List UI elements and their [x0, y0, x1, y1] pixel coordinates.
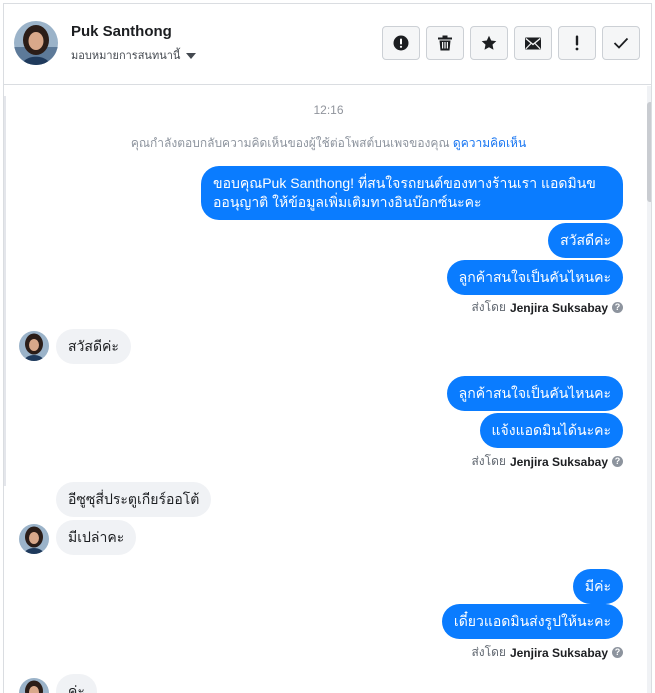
contact-name[interactable]: Puk Santhong — [71, 23, 172, 40]
sender-name: Jenjira Suksabay — [509, 454, 608, 469]
follow-up-button[interactable] — [558, 26, 596, 60]
help-icon[interactable]: ? — [612, 456, 623, 467]
message-thread[interactable]: 12:16 คุณกำลังตอบกลับความคิดเห็นของผู้ใช… — [4, 86, 651, 693]
incoming-message[interactable]: มีเปล่าคะ — [56, 520, 137, 555]
delete-button[interactable] — [426, 26, 464, 60]
sender-name: Jenjira Suksabay — [509, 300, 608, 315]
contact-avatar-small[interactable] — [19, 524, 49, 554]
contact-avatar-small[interactable] — [19, 331, 49, 361]
notice-text: คุณกำลังตอบกลับความคิดเห็นของผู้ใช้ต่อโพ… — [130, 136, 450, 150]
mark-unread-button[interactable] — [514, 26, 552, 60]
sent-by-label: ส่งโดย Jenjira Suksabay ? — [471, 298, 623, 317]
outgoing-message[interactable]: เดี๋ยวแอดมินส่งรูปให้นะคะ — [441, 604, 623, 639]
alert-circle-icon — [393, 35, 409, 51]
conversation-panel: Puk Santhong มอบหมายการสนทนานี้ 12:16 คุ… — [3, 3, 652, 693]
incoming-message[interactable]: ค่ะ — [56, 674, 97, 693]
sent-by-prefix: ส่งโดย — [471, 645, 506, 659]
outgoing-message[interactable]: สวัสดีค่ะ — [548, 223, 623, 258]
outgoing-message[interactable]: ลูกค้าสนใจเป็นคันไหนคะ — [446, 376, 623, 411]
trash-icon — [438, 35, 452, 51]
sent-by-prefix: ส่งโดย — [471, 300, 506, 314]
contact-avatar-small[interactable] — [19, 678, 49, 693]
outgoing-message[interactable]: ขอบคุณPuk Santhong! ที่สนใจรถยนต์ของทางร… — [201, 166, 623, 220]
scrollbar[interactable] — [647, 86, 651, 693]
envelope-icon — [525, 37, 541, 49]
exclamation-icon — [575, 35, 579, 51]
assign-label: มอบหมายการสนทนานี้ — [71, 50, 181, 62]
outgoing-message[interactable]: ลูกค้าสนใจเป็นคันไหนคะ — [446, 260, 623, 295]
report-spam-button[interactable] — [382, 26, 420, 60]
incoming-message[interactable]: อีซูซุสี่ประตูเกียร์ออโต้ — [56, 482, 212, 517]
outgoing-message[interactable]: แจ้งแอดมินได้นะคะ — [479, 413, 623, 448]
star-icon — [481, 35, 497, 50]
left-divider — [4, 96, 6, 486]
mark-done-button[interactable] — [602, 26, 640, 60]
contact-avatar[interactable] — [14, 21, 58, 65]
checkmark-icon — [613, 37, 629, 49]
chevron-down-icon — [186, 52, 197, 59]
sent-by-prefix: ส่งโดย — [471, 454, 506, 468]
conversation-header: Puk Santhong มอบหมายการสนทนานี้ — [4, 4, 651, 85]
help-icon[interactable]: ? — [612, 647, 623, 658]
comment-reply-notice: คุณกำลังตอบกลับความคิดเห็นของผู้ใช้ต่อโพ… — [4, 134, 651, 153]
outgoing-message[interactable]: มีค่ะ — [572, 569, 623, 604]
sent-by-label: ส่งโดย Jenjira Suksabay ? — [471, 452, 623, 471]
incoming-message[interactable]: สวัสดีค่ะ — [56, 329, 131, 364]
assign-conversation-dropdown[interactable]: มอบหมายการสนทนานี้ — [71, 46, 197, 64]
view-comment-link[interactable]: ดูความคิดเห็น — [453, 136, 526, 150]
help-icon[interactable]: ? — [612, 302, 623, 313]
sender-name: Jenjira Suksabay — [509, 645, 608, 660]
conversation-actions — [382, 26, 640, 60]
sent-by-label: ส่งโดย Jenjira Suksabay ? — [471, 643, 623, 662]
message-timestamp: 12:16 — [313, 103, 344, 117]
star-button[interactable] — [470, 26, 508, 60]
